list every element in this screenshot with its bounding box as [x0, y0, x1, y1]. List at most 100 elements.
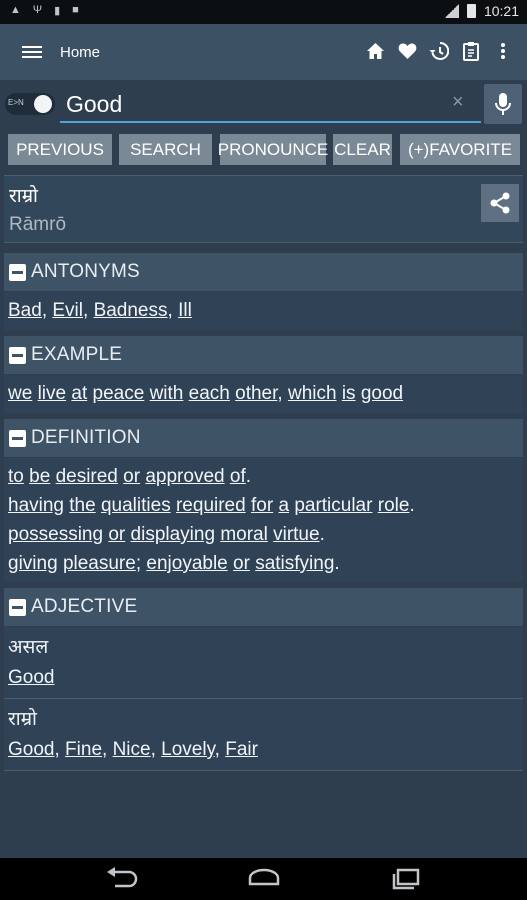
- search-button[interactable]: SEARCH: [119, 134, 212, 165]
- word-link[interactable]: with: [150, 383, 184, 404]
- word-link[interactable]: Fair: [225, 739, 258, 760]
- antonym-link[interactable]: Ill: [178, 300, 192, 321]
- separator: .: [409, 495, 415, 516]
- text-line: having the qualities required for a part…: [4, 491, 523, 520]
- history-icon[interactable]: [429, 40, 449, 62]
- word-link[interactable]: good: [361, 383, 403, 404]
- word-link[interactable]: particular: [294, 495, 372, 516]
- word-link[interactable]: Good: [8, 667, 54, 688]
- language-toggle[interactable]: E>N: [5, 93, 55, 115]
- adjective-words: Good, Fine, Nice, Lovely, Fair: [4, 735, 523, 765]
- text-line: we live at peace with each other, which …: [4, 379, 523, 409]
- word-link[interactable]: displaying: [131, 524, 216, 545]
- menu-icon[interactable]: [22, 46, 42, 58]
- search-row: E>N ×: [0, 80, 527, 130]
- pronounce-button[interactable]: PRONOUNCE: [218, 134, 328, 165]
- separator: ,: [102, 739, 113, 760]
- word-link[interactable]: Nice: [113, 739, 151, 760]
- antonyms-body: Bad, Evil, Badness, Ill: [4, 292, 523, 330]
- word-link[interactable]: be: [29, 466, 50, 487]
- back-icon[interactable]: [105, 866, 139, 895]
- search-underline: [60, 121, 481, 123]
- example-header[interactable]: EXAMPLE: [4, 336, 523, 374]
- word-link[interactable]: required: [176, 495, 246, 516]
- word-link[interactable]: at: [71, 383, 87, 404]
- word-link[interactable]: Lovely: [161, 739, 215, 760]
- word-link[interactable]: of: [230, 466, 246, 487]
- navigation-bar: [0, 858, 527, 900]
- word-link[interactable]: or: [123, 466, 140, 487]
- mic-button[interactable]: [484, 84, 522, 124]
- notification-icons: ▲ Ψ ▮ ■: [10, 4, 79, 17]
- word-link[interactable]: qualities: [101, 495, 171, 516]
- word-link[interactable]: or: [108, 524, 125, 545]
- definition-body: to be desired or approved of. having the …: [4, 458, 523, 582]
- separator: ,: [83, 300, 94, 321]
- lock-icon: ▮: [54, 5, 61, 17]
- word-link[interactable]: moral: [220, 524, 268, 545]
- word-link[interactable]: virtue: [273, 524, 319, 545]
- favorite-button[interactable]: (+)FAVORITE: [400, 134, 520, 165]
- home-nav-icon[interactable]: [246, 866, 282, 895]
- text-line: possessing or displaying moral virtue.: [4, 520, 523, 549]
- previous-button[interactable]: PREVIOUS: [8, 134, 112, 165]
- word-link[interactable]: approved: [145, 466, 224, 487]
- separator: ;: [135, 553, 147, 574]
- adjective-item: राम्रो Good, Fine, Nice, Lovely, Fair: [4, 699, 523, 771]
- word-link[interactable]: a: [278, 495, 289, 516]
- word-link[interactable]: or: [233, 553, 250, 574]
- adjective-body: असल Good राम्रो Good, Fine, Nice, Lovely, F…: [4, 627, 523, 771]
- word-link[interactable]: the: [69, 495, 95, 516]
- home-icon[interactable]: [365, 40, 385, 62]
- word-link[interactable]: possessing: [8, 524, 103, 545]
- text-line: giving pleasure; enjoyable or satisfying…: [4, 549, 523, 578]
- word-link[interactable]: Fine: [65, 739, 102, 760]
- warning-icon: ▲: [10, 4, 21, 16]
- usb-icon: Ψ: [32, 4, 43, 16]
- clipboard-icon[interactable]: [461, 40, 481, 62]
- antonym-link[interactable]: Evil: [52, 300, 83, 321]
- word-link[interactable]: role: [378, 495, 410, 516]
- example-title: EXAMPLE: [31, 344, 123, 365]
- word-link[interactable]: each: [189, 383, 230, 404]
- separator: ,: [214, 739, 226, 760]
- word-link[interactable]: Good: [8, 739, 54, 760]
- collapse-icon: [9, 346, 26, 364]
- antonym-link[interactable]: Bad: [8, 300, 42, 321]
- separator: ,: [167, 300, 179, 321]
- more-vert-icon[interactable]: [493, 40, 513, 62]
- word-link[interactable]: giving: [8, 553, 58, 574]
- word-link[interactable]: peace: [93, 383, 145, 404]
- antonyms-header[interactable]: ANTONYMS: [4, 253, 523, 291]
- heart-icon[interactable]: [397, 40, 417, 62]
- word-link[interactable]: is: [342, 383, 356, 404]
- share-button[interactable]: [481, 184, 519, 222]
- word-link[interactable]: enjoyable: [146, 553, 227, 574]
- word-link[interactable]: for: [251, 495, 273, 516]
- word-link[interactable]: to: [8, 466, 24, 487]
- toggle-knob: [34, 95, 52, 113]
- word-link[interactable]: live: [38, 383, 67, 404]
- mic-icon: [495, 93, 511, 115]
- search-input[interactable]: [60, 88, 467, 120]
- word-link[interactable]: desired: [56, 466, 118, 487]
- adjective-header[interactable]: ADJECTIVE: [4, 588, 523, 626]
- word-link[interactable]: satisfying: [255, 553, 334, 574]
- word-link[interactable]: we: [8, 383, 32, 404]
- separator: ,: [41, 300, 53, 321]
- adjective-words: Good: [4, 663, 523, 693]
- share-icon: [490, 192, 510, 214]
- recents-icon[interactable]: [390, 866, 424, 895]
- word-link[interactable]: other: [235, 383, 277, 404]
- nepali-word: राम्रो: [9, 186, 38, 207]
- collapse-icon: [9, 429, 26, 447]
- antonym-link[interactable]: Badness: [94, 300, 168, 321]
- word-card: राम्रो Rāmrō: [4, 175, 523, 243]
- word-link[interactable]: pleasure: [63, 553, 136, 574]
- word-link[interactable]: having: [8, 495, 64, 516]
- definition-header[interactable]: DEFINITION: [4, 419, 523, 457]
- toggle-label: E>N: [8, 98, 24, 107]
- word-link[interactable]: which: [288, 383, 337, 404]
- close-icon[interactable]: ×: [452, 91, 464, 114]
- clear-button[interactable]: CLEAR: [333, 134, 392, 165]
